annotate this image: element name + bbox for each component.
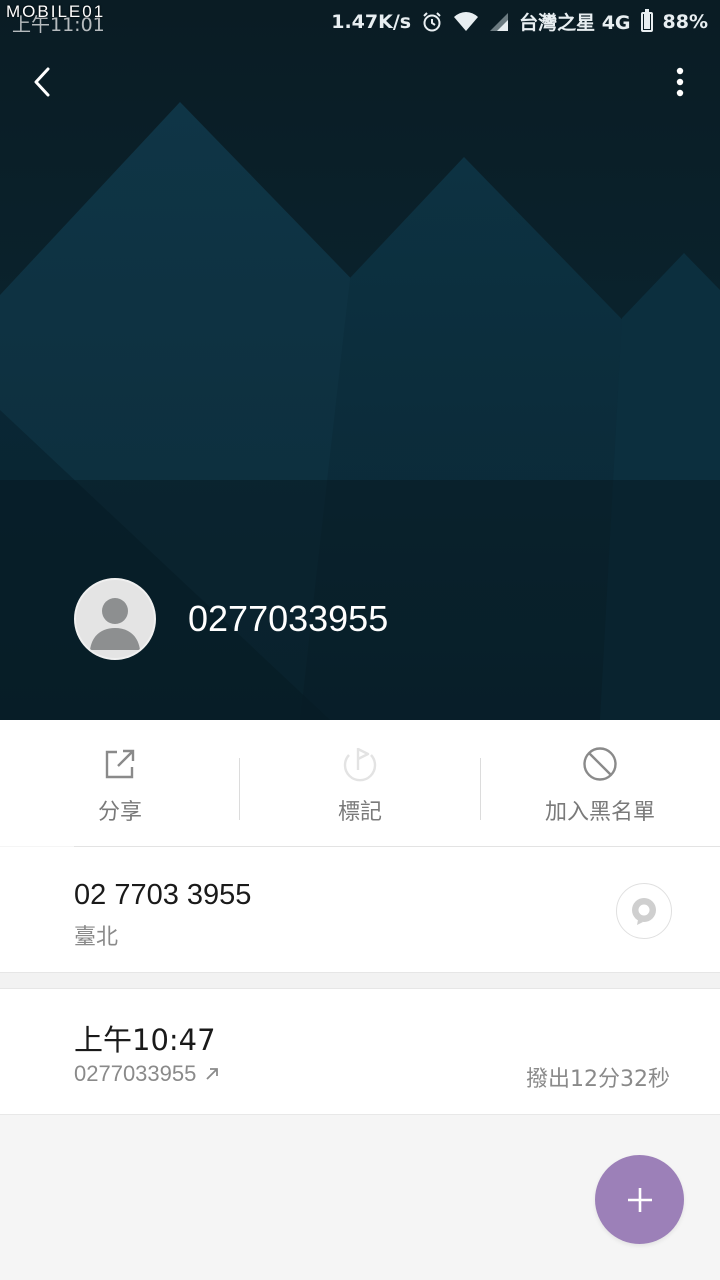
call-time: 上午10:47 — [74, 1023, 216, 1057]
contact-name: 0277033955 — [188, 598, 389, 639]
carrier: 台灣之星 4G — [519, 12, 631, 34]
battery-percent: 88% — [662, 10, 708, 33]
signal-icon — [490, 12, 509, 31]
action-divider — [480, 758, 481, 820]
action-divider — [239, 758, 240, 820]
mark-button[interactable]: 標記 — [240, 720, 480, 846]
watermark: MOBILE01 — [6, 2, 105, 22]
call-number-line: 0277033955 — [74, 1061, 220, 1087]
chevron-left-icon — [34, 67, 50, 97]
status-bar: 上午11:01 MOBILE01 1.47K/s 台灣之星 4G 88% — [0, 0, 720, 40]
person-silhouette-icon — [90, 598, 140, 650]
section-gap — [0, 972, 720, 989]
more-vert-icon — [676, 67, 684, 97]
watermark-logo: MOBILE01 — [6, 2, 106, 21]
blacklist-button[interactable]: 加入黑名單 — [480, 720, 720, 846]
phone-number: 02 7703 3955 — [74, 879, 252, 911]
mark-label: 標記 — [337, 800, 382, 825]
contact-header: 上午11:01 MOBILE01 1.47K/s 台灣之星 4G 88% 027… — [0, 0, 720, 720]
message-icon — [632, 898, 656, 925]
call-duration: 撥出12分32秒 — [526, 1067, 670, 1092]
blacklist-label: 加入黑名單 — [544, 800, 655, 825]
more-menu-button[interactable] — [662, 58, 698, 106]
back-button[interactable] — [20, 58, 64, 106]
action-bar: 分享 標記 加入黑名單 — [0, 720, 720, 846]
phone-number-row[interactable]: 02 7703 3955 臺北 — [0, 847, 720, 972]
net-speed: 1.47K/s — [331, 10, 412, 33]
plus-icon — [627, 1187, 652, 1212]
message-button[interactable] — [616, 883, 672, 939]
phone-location: 臺北 — [74, 925, 119, 950]
battery-fill — [643, 14, 650, 29]
call-log-item[interactable]: 上午10:47 0277033955 撥出12分32秒 — [0, 989, 720, 1115]
call-number: 0277033955 — [74, 1061, 197, 1086]
add-contact-button[interactable] — [595, 1155, 684, 1244]
outgoing-call-icon — [206, 1068, 219, 1080]
status-right: 1.47K/s 台灣之星 4G 88% — [331, 8, 708, 35]
battery-icon — [640, 8, 653, 32]
avatar[interactable] — [74, 578, 156, 660]
wifi-icon — [454, 11, 479, 31]
alarm-icon — [423, 11, 441, 31]
share-icon — [100, 744, 140, 784]
block-icon — [580, 744, 620, 784]
share-label: 分享 — [97, 800, 142, 825]
share-button[interactable]: 分享 — [0, 720, 240, 846]
flag-icon — [340, 744, 380, 784]
